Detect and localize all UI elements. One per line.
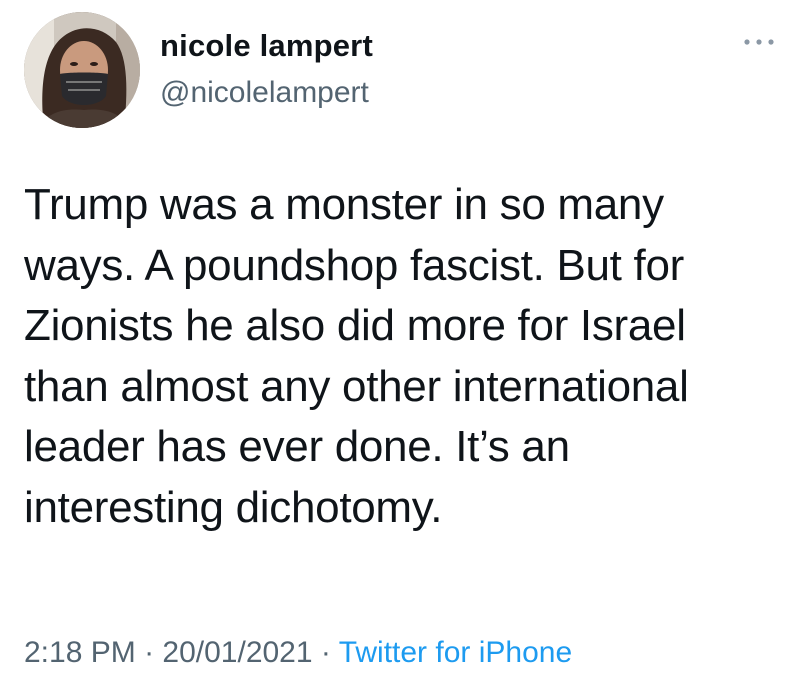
profile-photo	[24, 12, 140, 128]
avatar[interactable]	[24, 12, 140, 128]
tweet-text: Trump was a monster in so many ways. A p…	[24, 175, 774, 538]
tweet-text-line: interesting dichotomy.	[24, 482, 443, 532]
tweet-text-line: leader has ever done. It’s an	[24, 422, 570, 471]
tweet-text-line: ways. A poundshop fascist. But for	[24, 240, 684, 290]
tweet-text-line: Zionists he also did more for Israel	[24, 301, 686, 350]
tweet-card: nicole lampert @nicolelampert Trump was …	[0, 0, 794, 696]
more-horizontal-icon[interactable]	[742, 34, 776, 50]
tweet-date[interactable]: 20/01/2021	[162, 636, 312, 669]
meta-separator: ·	[135, 636, 163, 669]
tweet-source-link[interactable]: Twitter for iPhone	[339, 636, 572, 669]
tweet-time[interactable]: 2:18 PM	[24, 636, 136, 669]
display-name[interactable]: nicole lampert	[160, 28, 373, 64]
meta-separator: ·	[312, 636, 339, 669]
tweet-meta: 2:18 PM · 20/01/2021 · Twitter for iPhon…	[24, 636, 572, 670]
tweet-text-line: Trump was a monster in so many	[24, 180, 664, 229]
tweet-text-line: than almost any other international	[24, 361, 689, 411]
user-handle[interactable]: @nicolelampert	[160, 76, 369, 110]
